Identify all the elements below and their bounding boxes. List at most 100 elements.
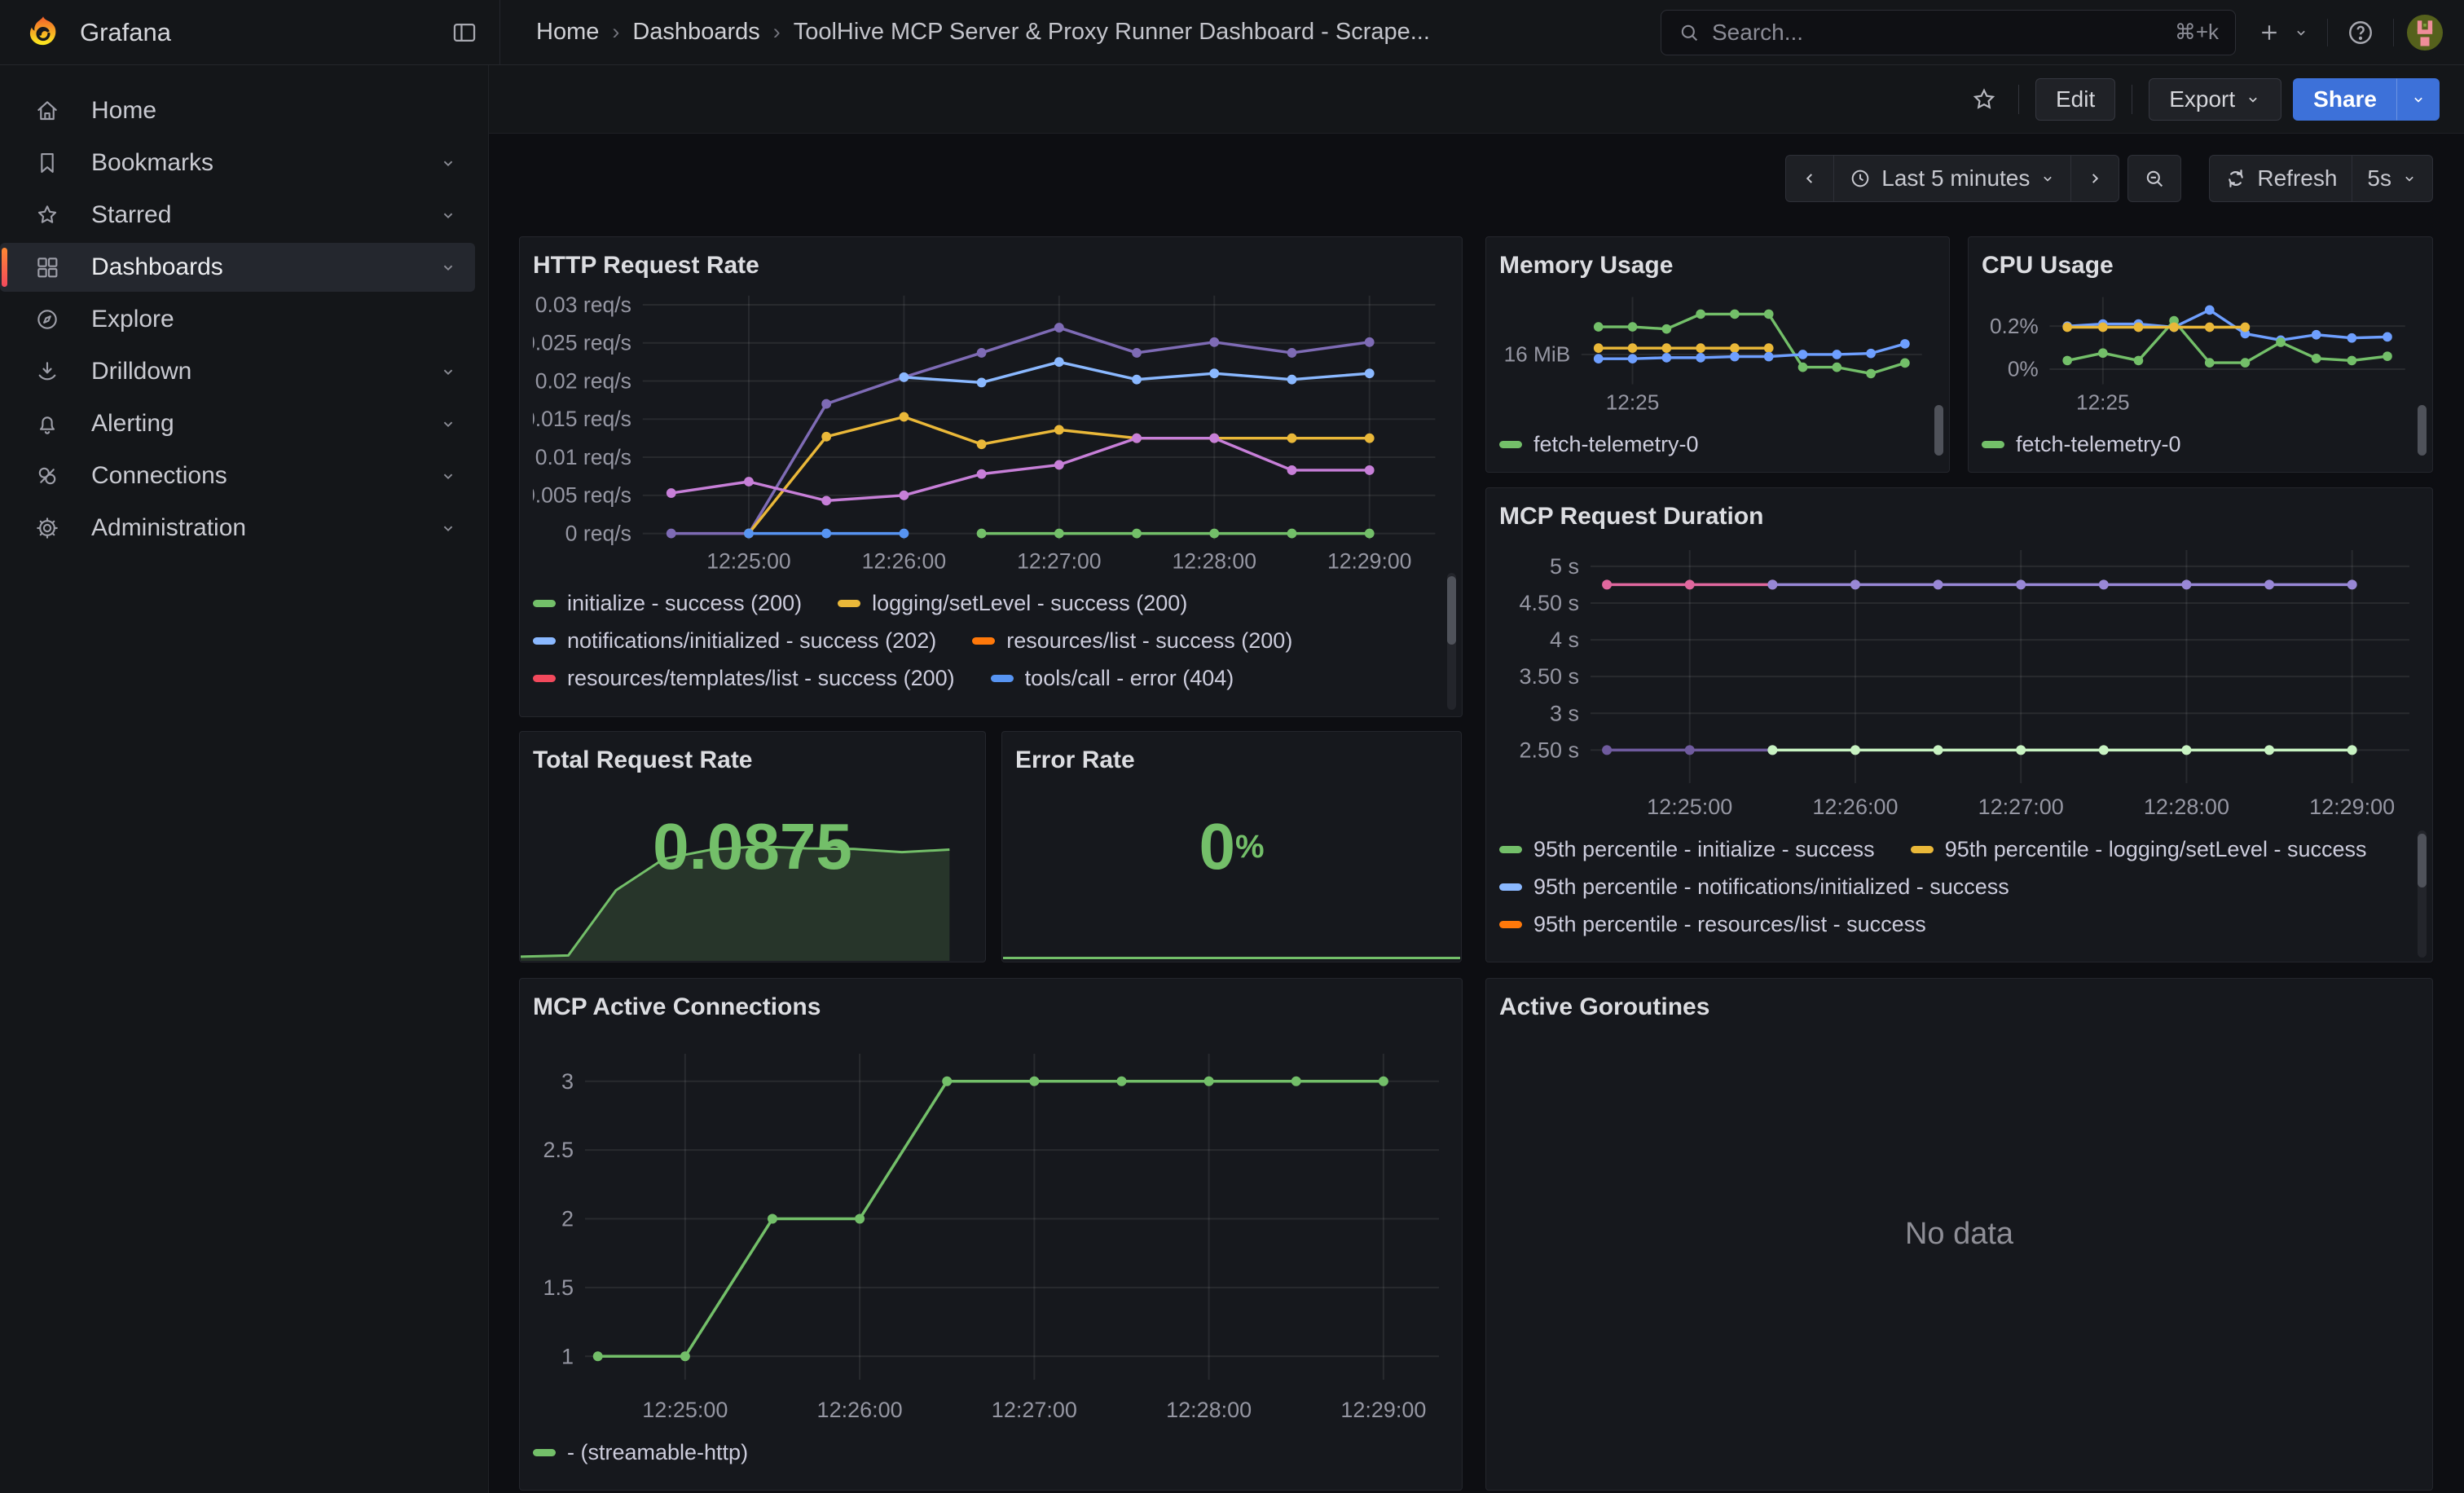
star-icon [34, 202, 60, 228]
legend-label: 95th percentile - notifications/initiali… [1533, 874, 2009, 900]
legend-item[interactable]: 95th percentile - notifications/initiali… [1499, 874, 2009, 900]
zoom-out-button[interactable] [2127, 155, 2181, 202]
sidebar-item-label: Starred [91, 201, 171, 229]
bookmark-icon [34, 150, 60, 176]
refresh-interval-picker[interactable]: 5s [2352, 155, 2433, 202]
time-forward-button[interactable] [2070, 155, 2119, 202]
svg-text:0.01 req/s: 0.01 req/s [535, 445, 631, 469]
sidebar-item-starred[interactable]: Starred [0, 191, 475, 240]
sidebar-toggle-icon[interactable] [446, 14, 483, 51]
svg-text:16 MiB: 16 MiB [1504, 342, 1571, 367]
time-range-picker[interactable]: Last 5 minutes [1833, 155, 2070, 202]
add-new-caret[interactable] [2288, 20, 2314, 46]
legend-item[interactable]: resources/list - success (200) [972, 628, 1292, 654]
chevron-down-icon [439, 519, 457, 537]
legend-item[interactable]: fetch-telemetry-0 [1982, 432, 2181, 457]
svg-text:12:27:00: 12:27:00 [1978, 795, 2064, 819]
favorite-star-button[interactable] [1966, 81, 2002, 117]
legend-item[interactable]: unknown - success (200) [1151, 703, 1430, 707]
share-button[interactable]: Share [2293, 78, 2397, 121]
legend-item[interactable]: fetch-telemetry-0 [1499, 432, 1699, 457]
sidebar-item-dashboards[interactable]: Dashboards [0, 243, 475, 292]
refresh-button[interactable]: Refresh [2209, 155, 2352, 202]
mcp-request-duration-chart[interactable]: 12:25:0012:26:0012:27:0012:28:0012:29:00… [1499, 535, 2421, 822]
svg-text:12:29:00: 12:29:00 [1327, 549, 1411, 574]
legend-item[interactable]: 95th percentile - logging/setLevel - suc… [1911, 837, 2367, 862]
duration-legend: 95th percentile - initialize - success 95… [1499, 822, 2419, 947]
legend-scrollbar-thumb[interactable] [1934, 405, 1943, 456]
search-box[interactable]: ⌘+k [1661, 10, 2236, 55]
drilldown-icon [34, 359, 60, 385]
share-split-button: Share [2293, 78, 2440, 121]
legend-item[interactable]: tools/list - success (200) [845, 703, 1115, 707]
sidebar-item-alerting[interactable]: Alerting [0, 399, 475, 448]
legend-scrollbar-thumb[interactable] [1447, 576, 1456, 645]
gear-icon [34, 515, 60, 541]
svg-text:0.03 req/s: 0.03 req/s [535, 293, 631, 317]
legend-label: initialize - success (200) [567, 591, 802, 616]
search-input[interactable] [1712, 20, 2163, 46]
zoom-out-icon [2143, 167, 2166, 190]
panel-title: HTTP Request Rate [533, 247, 1449, 284]
user-avatar[interactable] [2407, 15, 2443, 51]
breadcrumb-separator: › [773, 20, 781, 45]
legend-item[interactable]: notifications/initialized - success (202… [533, 628, 936, 654]
top-nav: Grafana Home›Dashboards›ToolHive MCP Ser… [0, 0, 2464, 65]
svg-text:3 s: 3 s [1550, 701, 1579, 725]
legend-item[interactable]: - (streamable-http) [533, 1440, 748, 1465]
add-new-button[interactable] [2252, 15, 2286, 50]
sidebar-item-bookmarks[interactable]: Bookmarks [0, 139, 475, 187]
grid-icon [34, 254, 60, 280]
svg-text:0.005 req/s: 0.005 req/s [533, 483, 631, 508]
sidebar-item-label: Drilldown [91, 358, 191, 385]
chevron-right-icon [2086, 170, 2104, 187]
breadcrumb-item[interactable]: Home [536, 19, 599, 46]
legend-scrollbar-thumb[interactable] [2418, 405, 2427, 456]
mcp-active-connections-chart[interactable]: 12:25:0012:26:0012:27:0012:28:0012:29:00… [533, 1026, 1450, 1425]
legend-label: tools/call - success (200) [567, 703, 809, 707]
svg-text:0%: 0% [2008, 357, 2039, 381]
sidebar-item-label: Connections [91, 462, 227, 490]
legend-item[interactable]: logging/setLevel - success (200) [838, 591, 1187, 616]
legend-item[interactable]: tools/call - error (404) [991, 666, 1234, 691]
panel-cpu-usage: CPU Usage 12:250.2%0% fetch-telemetry-0 [1968, 236, 2433, 473]
memory-usage-chart[interactable]: 12:2516 MiB [1499, 284, 1938, 417]
svg-text:12:29:00: 12:29:00 [1340, 1398, 1426, 1422]
legend-label: resources/templates/list - success (200) [567, 666, 955, 691]
http-legend: initialize - success (200) logging/setLev… [533, 576, 1449, 707]
http-request-rate-chart[interactable]: 12:25:0012:26:0012:27:0012:28:0012:29:00… [533, 284, 1450, 576]
sidebar-item-home[interactable]: Home [0, 86, 475, 135]
panel-http-request-rate: HTTP Request Rate 12:25:0012:26:0012:27:… [519, 236, 1463, 717]
help-button[interactable] [2341, 13, 2380, 52]
breadcrumb-item[interactable]: ToolHive MCP Server & Proxy Runner Dashb… [794, 19, 1430, 46]
svg-text:2.5: 2.5 [543, 1138, 574, 1162]
legend-item[interactable]: resources/templates/list - success (200) [533, 666, 955, 691]
panel-error-rate: Error Rate 0% [1001, 731, 1462, 962]
sidebar-item-label: Administration [91, 514, 246, 542]
export-button[interactable]: Export [2149, 78, 2281, 121]
svg-text:1.5: 1.5 [543, 1275, 574, 1300]
share-caret-button[interactable] [2397, 78, 2440, 121]
connections-legend: - (streamable-http) [533, 1425, 1449, 1471]
legend-scrollbar-thumb[interactable] [2418, 834, 2427, 887]
breadcrumb-item[interactable]: Dashboards [632, 19, 759, 46]
sidebar-item-explore[interactable]: Explore [0, 295, 475, 344]
time-back-button[interactable] [1785, 155, 1833, 202]
legend-swatch [1982, 441, 2004, 448]
edit-button[interactable]: Edit [2035, 78, 2115, 121]
legend-item[interactable]: 95th percentile - initialize - success [1499, 837, 1875, 862]
legend-item[interactable]: initialize - success (200) [533, 591, 802, 616]
panel-total-request-rate: Total Request Rate 0.0875 [519, 731, 986, 962]
legend-item[interactable]: tools/call - success (200) [533, 703, 809, 707]
star-icon [1971, 86, 1997, 112]
clock-icon [1849, 167, 1872, 190]
sidebar-item-connections[interactable]: Connections [0, 451, 475, 500]
cpu-usage-chart[interactable]: 12:250.2%0% [1982, 284, 2421, 417]
sidebar-item-label: Bookmarks [91, 149, 213, 177]
sidebar-item-administration[interactable]: Administration [0, 504, 475, 553]
sidebar-item-drilldown[interactable]: Drilldown [0, 347, 475, 396]
svg-text:3: 3 [561, 1069, 574, 1094]
legend-item[interactable]: 95th percentile - resources/list - succe… [1499, 912, 1926, 937]
nav-actions: ⌘+k [1661, 10, 2464, 55]
legend-label: 95th percentile - logging/setLevel - suc… [1945, 837, 2367, 862]
